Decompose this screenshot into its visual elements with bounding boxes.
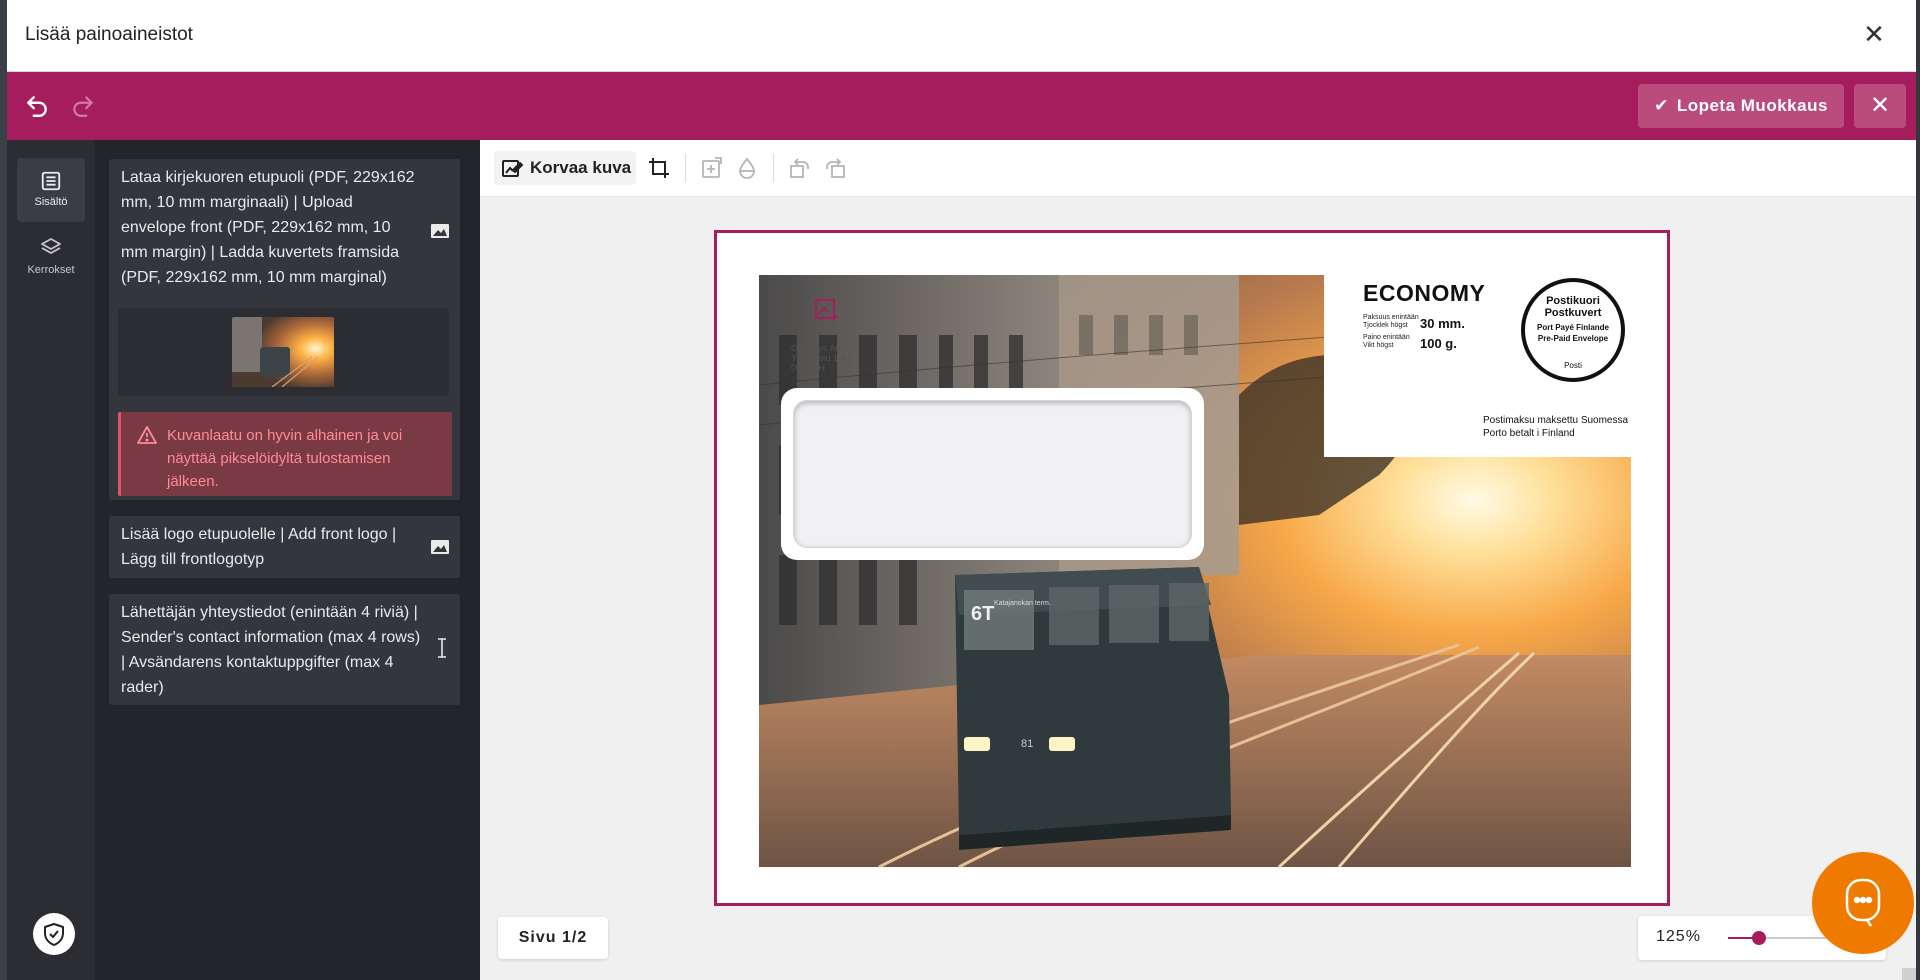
sender-address-placeholder[interactable]: Oy Yritys Ab Yrityskatu 1 A 1 00100 H (791, 343, 853, 373)
card-sender-contact-text: Lähettäjän yhteystiedot (enintään 4 rivi… (121, 604, 421, 696)
postage-paid-text: Postimaksu maksettu Suomessa Porto betalt… (1483, 415, 1629, 439)
stamp-title: Postikuori Postkuvert (1544, 295, 1602, 319)
undo-icon[interactable] (24, 93, 50, 119)
toolbar-divider (773, 154, 774, 182)
side-rail: Sisältö Kerrokset (7, 140, 95, 980)
zoom-slider[interactable] (1728, 931, 1838, 945)
stamp-posti: Posti (1564, 361, 1582, 370)
rail-item-content-label: Sisältö (34, 196, 68, 208)
content-panel: Lataa kirjekuoren etupuoli (PDF, 229x162… (95, 140, 480, 980)
modal-title: Lisää painoaineistot (25, 24, 193, 45)
rail-item-layers-label: Kerrokset (27, 264, 75, 276)
color-drop-icon[interactable] (735, 156, 759, 180)
layers-icon (41, 238, 61, 254)
background-strip-left (0, 0, 7, 980)
replace-image-label: Korvaa kuva (530, 158, 632, 177)
list-icon (41, 171, 61, 191)
upload-modal: Lisää painoaineistot ✕ ✔ Lopeta Muokkaus … (7, 0, 1916, 980)
check-icon: ✔ (1654, 96, 1669, 115)
image-icon[interactable] (430, 223, 450, 239)
logo-placeholder-icon[interactable] (814, 296, 840, 322)
stamp-subtitle: Port Payé Finlande Pre-Paid Envelope (1536, 323, 1610, 343)
finish-editing-label: Lopeta Muokkaus (1676, 96, 1828, 115)
rail-item-content[interactable]: Sisältö (17, 158, 85, 222)
privacy-shield-button[interactable] (33, 913, 75, 955)
chat-icon (1845, 878, 1881, 927)
modal-header: Lisää painoaineistot ✕ (7, 0, 1916, 72)
zoom-level-label: 125% (1656, 928, 1701, 945)
redo-icon[interactable] (70, 93, 96, 119)
image-icon[interactable] (430, 539, 450, 555)
postage-area: ECONOMY Paksuus enintään Tjocklek högst 3… (1324, 274, 1634, 457)
shield-check-icon (44, 923, 64, 946)
economy-label: ECONOMY (1363, 280, 1486, 306)
thickness-value: 30 mm. (1420, 316, 1465, 331)
modal-close-icon[interactable]: ✕ (1860, 20, 1888, 48)
card-front-logo[interactable]: Lisää logo etupuolelle | Add front logo … (109, 516, 460, 578)
thumbnail-image (232, 317, 334, 387)
page-indicator-button[interactable]: Sivu 1/2 (498, 917, 608, 959)
card-envelope-front[interactable]: Lataa kirjekuoren etupuoli (PDF, 229x162… (109, 159, 460, 500)
replace-image-button[interactable]: Korvaa kuva (494, 151, 636, 185)
prepaid-stamp: Postikuori Postkuvert Port Payé Finlande P… (1521, 278, 1625, 382)
weight-value: 100 g. (1420, 336, 1457, 351)
scrollbar-corner (1902, 968, 1916, 980)
warning-text: Kuvanlaatu on hyvin alhainen ja voi näyt… (167, 427, 403, 490)
editor-toolbar: ✔ Lopeta Muokkaus ✕ (7, 72, 1916, 140)
rail-item-layers[interactable]: Kerrokset (17, 224, 85, 288)
canvas-toolbar: Korvaa kuva (480, 140, 1916, 197)
background-strip-right (1916, 0, 1920, 980)
crop-icon[interactable] (647, 156, 671, 180)
low-quality-warning: Kuvanlaatu on hyvin alhainen ja voi näyt… (118, 412, 452, 496)
zoom-slider-handle[interactable] (1752, 931, 1766, 945)
thickness-label: Paksuus enintään Tjocklek högst (1363, 314, 1419, 329)
card-envelope-front-text: Lataa kirjekuoren etupuoli (PDF, 229x162… (121, 169, 415, 286)
text-cursor-icon[interactable] (436, 638, 448, 658)
chat-support-button[interactable] (1812, 852, 1914, 954)
svg-text:81: 81 (1021, 738, 1033, 750)
add-image-icon[interactable] (700, 156, 724, 180)
replace-image-icon (502, 160, 524, 177)
envelope-preview: 6T Katajanokan term. 81 ECONOMY Paksuus … (714, 230, 1670, 906)
address-window-inner (793, 400, 1192, 548)
uploaded-image-preview (118, 308, 449, 396)
weight-label: Paino enintään Vikt högst (1363, 334, 1410, 349)
svg-text:6T: 6T (971, 603, 994, 625)
finish-editing-button[interactable]: ✔ Lopeta Muokkaus (1638, 84, 1844, 128)
rotate-right-icon[interactable] (823, 156, 847, 180)
exit-editor-icon[interactable]: ✕ (1854, 84, 1906, 128)
tram-destination-sign: Katajanokan term. (994, 600, 1051, 607)
warning-icon (137, 426, 157, 444)
address-window (781, 388, 1204, 560)
card-sender-contact[interactable]: Lähettäjän yhteystiedot (enintään 4 rivi… (109, 594, 460, 705)
design-canvas: Korvaa kuva 6T Katajanokan term. 81 ECON… (480, 140, 1916, 980)
toolbar-divider (685, 154, 686, 182)
card-front-logo-text: Lisää logo etupuolelle | Add front logo … (121, 526, 397, 568)
rotate-left-icon[interactable] (788, 156, 812, 180)
